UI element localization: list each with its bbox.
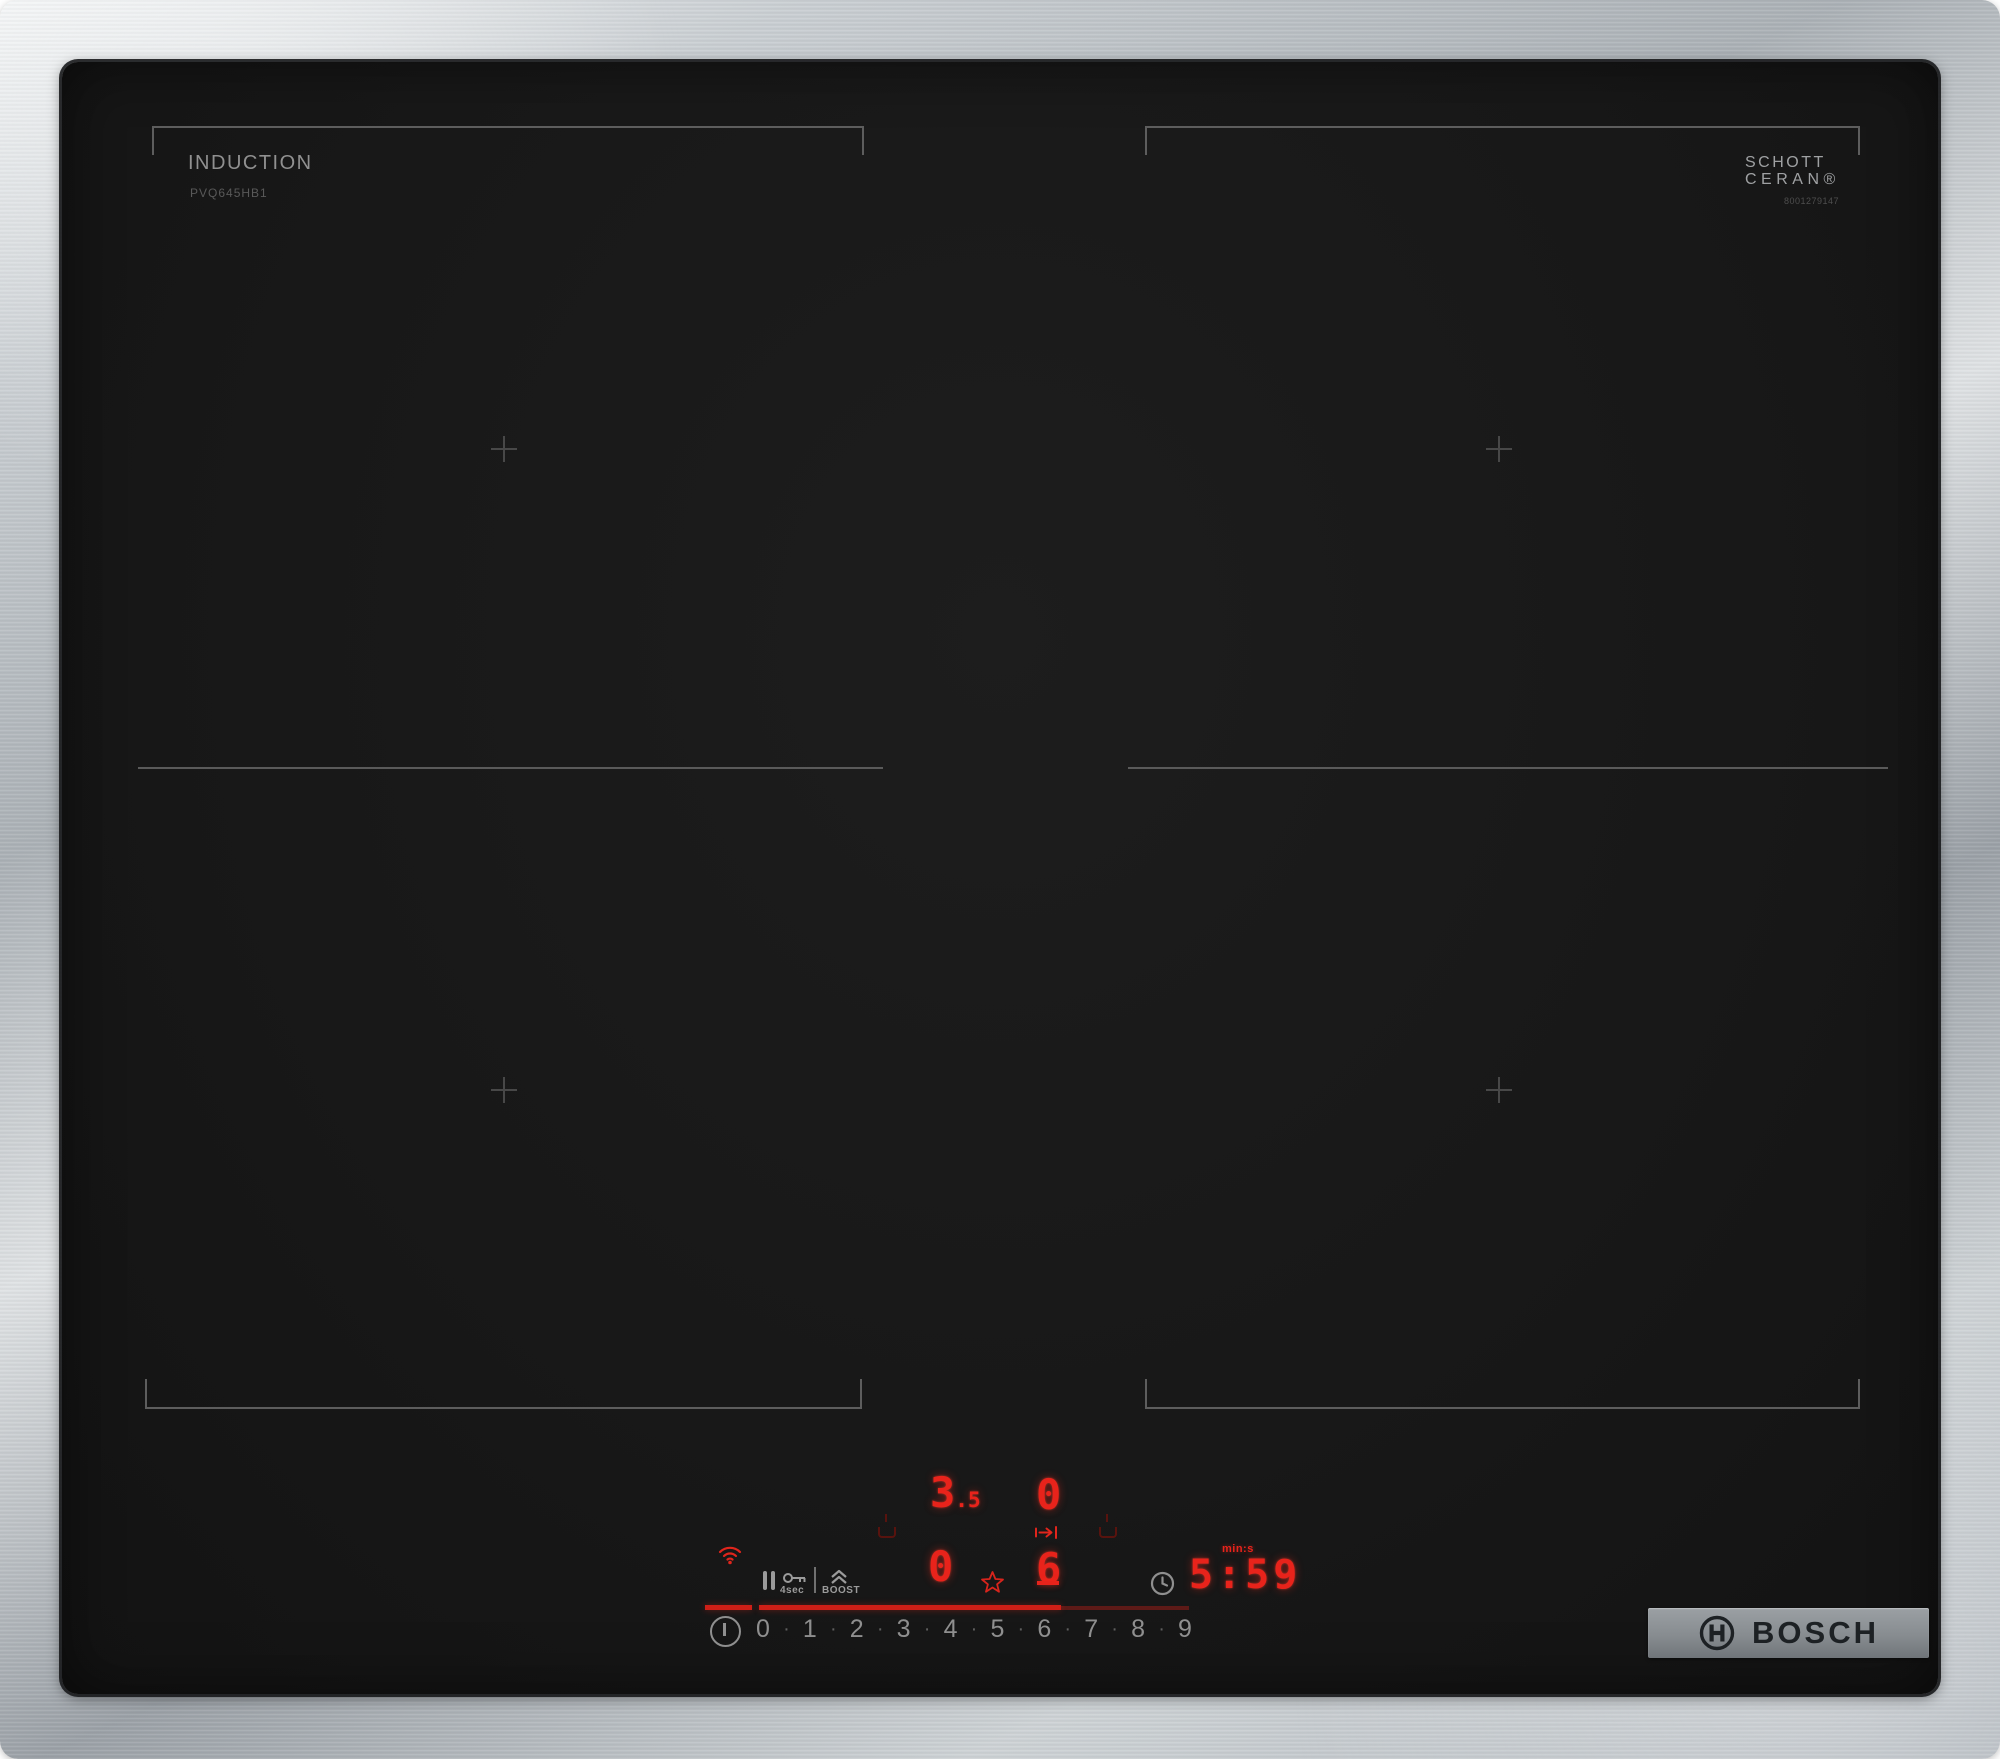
- brand-badge: BOSCH: [1648, 1608, 1929, 1658]
- zone-outline-front-right: [1145, 1379, 1860, 1409]
- level-separator-dot: ·: [923, 1617, 931, 1640]
- selected-zone-underline: [1037, 1581, 1059, 1585]
- power-level-key-7[interactable]: 7: [1084, 1615, 1098, 1644]
- slider-bar-segment: [705, 1605, 752, 1610]
- zone-pairing-indicator-right: [1098, 1514, 1117, 1539]
- level-separator-dot: ·: [1064, 1617, 1072, 1640]
- zone-divider-left: [138, 767, 883, 769]
- key-lock-icon[interactable]: [782, 1570, 808, 1586]
- power-level-key-4[interactable]: 4: [944, 1615, 958, 1644]
- power-level-key-9[interactable]: 9: [1178, 1615, 1192, 1644]
- boost-label[interactable]: BOOST: [822, 1585, 860, 1596]
- power-level-key-6[interactable]: 6: [1037, 1615, 1051, 1644]
- slider-bar-active: [759, 1605, 1061, 1610]
- move-zone-icon: [1033, 1525, 1060, 1540]
- zone-outline-rear-left: [152, 126, 864, 155]
- zone-pairing-indicator-left: [877, 1514, 896, 1539]
- plus-icon: [491, 436, 517, 462]
- glass-maker-line2: CERAN®: [1745, 171, 1840, 188]
- zone-outline-front-left: [145, 1379, 862, 1409]
- clock-icon[interactable]: [1150, 1571, 1175, 1596]
- zone-divider-right: [1128, 767, 1888, 769]
- favorite-star-icon[interactable]: [979, 1569, 1006, 1595]
- level-separator-dot: ·: [1158, 1617, 1165, 1640]
- level-separator-dot: ·: [876, 1617, 884, 1640]
- power-level-key-2[interactable]: 2: [850, 1615, 864, 1644]
- plus-icon: [491, 1077, 517, 1103]
- rear-right-power-readout: 0: [1036, 1470, 1062, 1519]
- pause-icon[interactable]: [763, 1571, 776, 1590]
- power-level-row[interactable]: 0 · 1 · 2 · 3 · 4 · 5 · 6 · 7 · 8 · 9: [756, 1611, 1192, 1647]
- boost-chevrons-icon[interactable]: [830, 1569, 848, 1585]
- rear-left-power-readout: 3.5: [930, 1472, 981, 1514]
- key-lock-label: 4sec: [780, 1585, 805, 1596]
- power-level-key-8[interactable]: 8: [1131, 1615, 1145, 1644]
- front-left-power-readout: 0: [928, 1542, 954, 1591]
- induction-hob-photo: INDUCTION PVQ645HB1 SCHOTT CERAN® 800127…: [0, 0, 2000, 1759]
- power-level-key-5[interactable]: 5: [990, 1615, 1004, 1644]
- wifi-icon: [717, 1543, 743, 1565]
- ceramic-glass-surface: INDUCTION PVQ645HB1 SCHOTT CERAN® 800127…: [62, 62, 1938, 1694]
- rear-left-power-decimal: .5: [955, 1488, 981, 1512]
- slider-bar-inactive: [1061, 1606, 1189, 1610]
- glass-maker-line1: SCHOTT: [1745, 154, 1826, 171]
- rear-left-power-main: 3: [930, 1468, 956, 1517]
- zone-outline-rear-right: [1145, 126, 1860, 155]
- power-level-key-3[interactable]: 3: [897, 1615, 911, 1644]
- level-separator-dot: ·: [829, 1617, 837, 1640]
- brand-logo-text: BOSCH: [1752, 1615, 1879, 1650]
- plus-icon: [1486, 1077, 1512, 1103]
- serial-number: 8001279147: [1784, 196, 1840, 206]
- stainless-steel-frame: INDUCTION PVQ645HB1 SCHOTT CERAN® 800127…: [0, 0, 2000, 1759]
- glass-maker-logo: SCHOTT CERAN®: [1745, 154, 1840, 188]
- level-separator-dot: ·: [1111, 1617, 1118, 1640]
- power-level-key-1[interactable]: 1: [803, 1615, 817, 1644]
- model-number: PVQ645HB1: [190, 186, 268, 200]
- level-separator-dot: ·: [970, 1617, 978, 1640]
- bosch-logo-icon: [1699, 1615, 1735, 1651]
- power-level-key-0[interactable]: 0: [756, 1615, 770, 1644]
- timer-readout: 5:59: [1189, 1552, 1302, 1598]
- level-separator-dot: ·: [1017, 1617, 1025, 1640]
- plus-icon: [1486, 436, 1512, 462]
- type-label: INDUCTION: [188, 152, 313, 174]
- power-button[interactable]: [710, 1616, 741, 1647]
- level-separator-dot: ·: [783, 1617, 790, 1640]
- control-divider: [814, 1567, 816, 1593]
